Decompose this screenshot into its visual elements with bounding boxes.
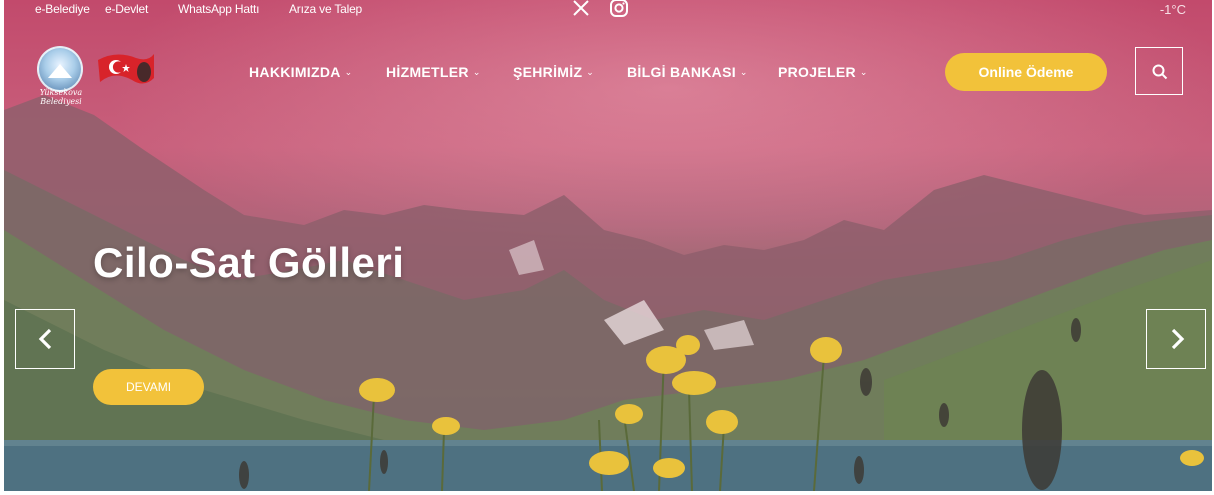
slider-next-button[interactable] xyxy=(1146,309,1206,369)
hero-slider: e-Belediye e-Devlet WhatsApp Hattı Arıza… xyxy=(4,0,1212,491)
nav-projeler-label: PROJELER xyxy=(778,64,856,80)
top-utility-bar: e-Belediye e-Devlet WhatsApp Hattı Arıza… xyxy=(4,0,1212,18)
nav-hizmetler[interactable]: HİZMETLER ⌄ xyxy=(386,64,481,80)
nav-hakkimizda[interactable]: HAKKIMIZDA ⌄ xyxy=(249,64,353,80)
weather-temperature: -1°C xyxy=(1159,2,1186,17)
slider-prev-button[interactable] xyxy=(15,309,75,369)
online-payment-button[interactable]: Online Ödeme xyxy=(945,53,1107,91)
municipality-logo-text: Yüksekova Belediyesi xyxy=(39,88,83,106)
turkish-flag-logo xyxy=(98,54,154,84)
search-icon xyxy=(1152,64,1168,80)
chevron-down-icon: ⌄ xyxy=(586,67,595,77)
whatsapp-link[interactable]: WhatsApp Hattı xyxy=(178,2,259,16)
nav-sehrimiz-label: ŞEHRİMİZ xyxy=(513,64,583,80)
x-icon[interactable] xyxy=(572,0,590,20)
chevron-down-icon: ⌄ xyxy=(739,67,748,77)
slide-title: Cilo-Sat Gölleri xyxy=(93,239,405,286)
nav-projeler[interactable]: PROJELER ⌄ xyxy=(778,64,868,80)
nav-sehrimiz[interactable]: ŞEHRİMİZ ⌄ xyxy=(513,64,594,80)
e-belediye-link[interactable]: e-Belediye xyxy=(35,2,90,16)
more-button[interactable]: DEVAMI xyxy=(93,369,204,405)
instagram-icon[interactable] xyxy=(609,0,629,22)
chevron-left-icon xyxy=(38,328,52,350)
municipality-logo[interactable] xyxy=(37,46,83,92)
nav-bilgi-bankasi-label: BİLGİ BANKASI xyxy=(627,64,736,80)
chevron-down-icon: ⌄ xyxy=(859,67,868,77)
chevron-down-icon: ⌄ xyxy=(344,67,353,77)
ariza-talep-link[interactable]: Arıza ve Talep xyxy=(289,2,362,16)
nav-bilgi-bankasi[interactable]: BİLGİ BANKASI ⌄ xyxy=(627,64,748,80)
search-button[interactable] xyxy=(1135,47,1183,95)
chevron-right-icon xyxy=(1171,328,1185,350)
nav-hizmetler-label: HİZMETLER xyxy=(386,64,469,80)
nav-hakkimizda-label: HAKKIMIZDA xyxy=(249,64,341,80)
e-devlet-link[interactable]: e-Devlet xyxy=(105,2,148,16)
chevron-down-icon: ⌄ xyxy=(472,67,481,77)
